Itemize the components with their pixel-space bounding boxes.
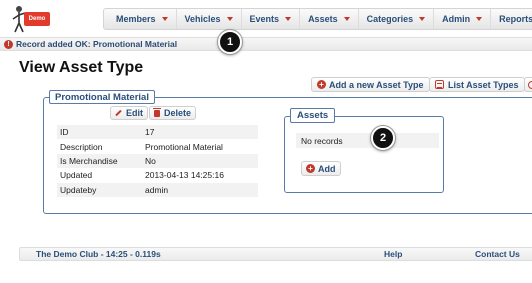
nav-label: Assets [308,14,338,24]
edit-button[interactable]: Edit [110,106,148,120]
edit-label: Edit [126,108,143,118]
add-asset-label: Add [318,163,336,174]
field-key: ID [60,127,69,138]
caret-down-icon [226,17,233,21]
add-asset-type-button[interactable]: + Add a new Asset Type [311,77,430,92]
delete-label: Delete [164,108,192,118]
pencil-icon [115,109,122,117]
caret-down-icon [343,17,350,21]
main-nav: Members Vehicles Events Assets Categorie… [103,8,532,30]
nav-events[interactable]: Events [242,9,301,29]
nav-admin[interactable]: Admin [434,9,492,29]
nav-label: Reports [499,14,532,24]
delete-button[interactable]: Delete [149,106,197,120]
search-button[interactable] [524,77,532,92]
nav-members[interactable]: Members [104,9,177,29]
field-value: 17 [145,127,155,138]
table-row: Is Merchandise No [57,153,258,169]
flash-message: ! Record added OK: Promotional Material [0,37,532,51]
field-key: Updateby [60,184,97,195]
table-row: Updateby admin [57,182,258,197]
flash-text: Record added OK: Promotional Material [16,39,178,49]
add-asset-button[interactable]: + Add [301,161,341,176]
table-row: ID 17 [57,125,258,140]
record-details-table: ID 17 Description Promotional Material I… [57,125,258,197]
plus-circle-icon: + [306,164,315,173]
nav-label: Admin [442,14,471,24]
footer-help-link[interactable]: Help [384,249,402,259]
assets-empty-message: No records [296,133,439,148]
nav-categories[interactable]: Categories [359,9,435,29]
field-key: Updated [60,170,93,181]
table-row: Updated 2013-04-13 14:25:16 [57,168,258,182]
field-key: Is Merchandise [60,155,118,166]
assets-legend: Assets [290,108,336,123]
logo-badge: Demo [24,12,50,26]
field-value: admin [145,184,169,195]
footer-status: The Demo Club - 14:25 - 0.119s [36,249,161,259]
caret-down-icon [476,17,483,21]
callout-marker-1: 1 [218,30,242,54]
list-asset-types-button[interactable]: List Asset Types [429,77,525,92]
nav-label: Vehicles [184,14,221,24]
caret-down-icon [419,17,426,21]
nav-label: Categories [366,14,414,24]
field-value: No [145,155,156,166]
caret-down-icon [161,17,168,21]
field-value: 2013-04-13 14:25:16 [145,170,224,181]
nav-label: Events [249,14,280,24]
alert-icon: ! [4,39,13,49]
list-asset-types-label: List Asset Types [448,79,519,90]
table-row: Description Promotional Material [57,139,258,153]
footer-contact-link[interactable]: Contact Us [475,249,520,259]
page-title: View Asset Type [19,59,144,76]
caret-down-icon [285,17,292,21]
nav-vehicles[interactable]: Vehicles [177,9,242,29]
search-icon [528,80,532,89]
plus-circle-icon: + [317,80,326,89]
nav-label: Members [116,14,156,24]
nav-assets[interactable]: Assets [300,9,359,29]
list-icon [435,80,444,89]
add-asset-type-label: Add a new Asset Type [329,79,424,90]
callout-marker-2: 2 [371,126,395,150]
trash-icon [153,107,161,117]
club-logo[interactable]: Demo [8,4,66,34]
field-value: Promotional Material [145,141,223,152]
record-legend: Promotional Material [49,90,155,104]
nav-reports[interactable]: Reports [491,9,532,29]
field-key: Description [60,141,103,152]
page-footer: The Demo Club - 14:25 - 0.119s Help Cont… [19,247,532,261]
assets-panel [284,116,444,193]
